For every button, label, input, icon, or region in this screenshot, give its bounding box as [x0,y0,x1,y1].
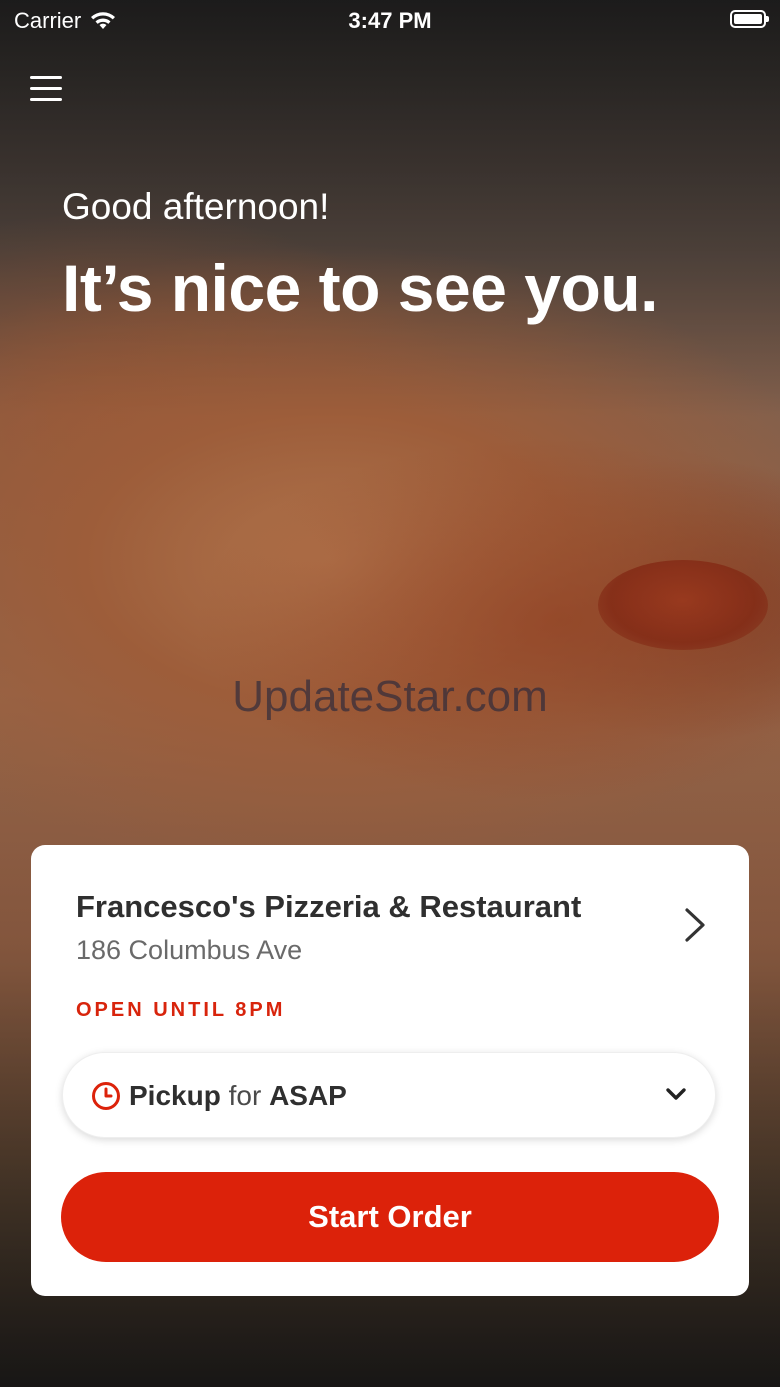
greeting-text: Good afternoon! [62,186,330,227]
order-type-picker[interactable]: Pickup for ASAP [62,1052,716,1138]
start-order-button[interactable]: Start Order [61,1172,719,1262]
chevron-right-icon[interactable] [679,907,709,943]
chevron-down-icon [666,1088,686,1100]
watermark: UpdateStar.com [232,672,548,721]
status-time: 3:47 PM [348,8,432,33]
order-type-text: Pickup for ASAP [129,1080,347,1112]
order-mode: Pickup [129,1080,221,1111]
order-time: ASAP [269,1080,347,1111]
restaurant-name[interactable]: Francesco's Pizzeria & Restaurant [76,889,581,925]
status-bar: Carrier 3:47 PM [0,0,780,40]
welcome-headline: It’s nice to see you. [62,251,658,325]
order-connector: for [228,1080,262,1111]
menu-icon[interactable] [30,74,62,102]
open-hours-label: OPEN UNTIL 8PM [76,999,286,1021]
restaurant-address[interactable]: 186 Columbus Ave [76,935,302,966]
battery-icon [730,10,769,28]
restaurant-card: Francesco's Pizzeria & Restaurant 186 Co… [31,845,749,1296]
clock-icon [92,1082,120,1110]
